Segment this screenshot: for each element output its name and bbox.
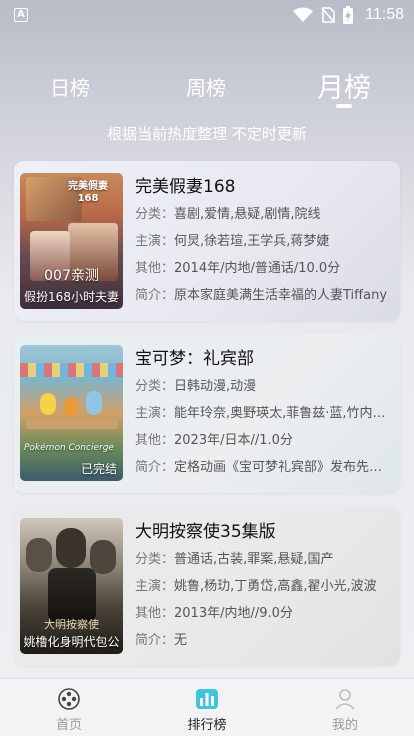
poster-badge: 007亲测 [44, 268, 99, 284]
poster-title-art: 大明按察使 [44, 618, 99, 631]
intro-value: 原本家庭美满生活幸福的人妻Tiffany [174, 288, 388, 303]
film-reel-icon [58, 688, 80, 710]
other-label: 其他： [135, 606, 175, 621]
intro-label: 简介： [135, 633, 175, 648]
wifi-icon [293, 7, 314, 22]
item-title: 宝可梦：礼宾部 [135, 349, 254, 369]
clock: 11:58 [365, 6, 404, 23]
profile-icon [335, 689, 355, 710]
other-label: 其他： [135, 261, 175, 276]
intro-value: 定格动画《宝可梦礼宾部》发布先导预告 [174, 460, 393, 475]
nav-home-label: 首页 [55, 718, 82, 733]
poster-caption: 已完结 [80, 462, 117, 476]
tab-daily[interactable]: 日榜 [50, 72, 90, 101]
no-sim-icon [321, 7, 335, 23]
poster-caption: 姚橹化身明代包公 [23, 635, 120, 649]
poster-image: 大明按察使 姚橹化身明代包公 [20, 518, 123, 654]
intro-label: 简介： [135, 288, 175, 303]
poster-title-art: Pokémon Concierge [24, 443, 114, 453]
tab-weekly[interactable]: 周榜 [186, 72, 226, 101]
other-value: 2013年/内地//9.0分 [174, 606, 293, 621]
nav-profile[interactable]: 我的 [305, 687, 385, 733]
cast-value: 能年玲奈,奥野瑛太,菲鲁兹·蓝,竹内凉真 [174, 406, 393, 421]
poster-image: 完美假妻168 007亲测 假扮168小时夫妻 [20, 173, 123, 309]
ranking-subtitle: 根据当前热度整理 不定时更新 [107, 125, 307, 143]
item-title: 完美假妻168 [135, 177, 236, 197]
app-notification-icon: A [14, 8, 28, 22]
tab-monthly[interactable]: 月榜 [317, 66, 371, 105]
list-item[interactable]: Pokémon Concierge 已完结 宝可梦：礼宾部 分类： 日韩动漫,动漫… [14, 333, 400, 493]
other-value: 2023年/日本//1.0分 [174, 433, 293, 448]
cast-label: 主演： [135, 406, 175, 421]
intro-value: 无 [174, 633, 188, 648]
category-value: 普通话,古装,罪案,悬疑,国产 [174, 552, 334, 567]
list-item[interactable]: 完美假妻168 007亲测 假扮168小时夫妻 完美假妻168 分类： 喜剧,爱情… [14, 161, 400, 321]
other-value: 2014年/内地/普通话/10.0分 [174, 261, 341, 276]
category-value: 喜剧,爱情,悬疑,剧情,院线 [174, 207, 321, 222]
category-value: 日韩动漫,动漫 [174, 379, 257, 394]
nav-ranking-label: 排行榜 [187, 718, 227, 733]
ranking-tabs: 日榜 周榜 月榜 [0, 62, 414, 112]
bottom-nav: 首页 排行榜 我的 [0, 678, 414, 736]
nav-home[interactable]: 首页 [29, 687, 109, 733]
status-bar: A 11:58 [0, 0, 414, 30]
category-label: 分类： [135, 552, 175, 567]
cast-value: 何炅,徐若瑄,王学兵,蒋梦婕 [174, 234, 330, 249]
list-item[interactable]: 大明按察使 姚橹化身明代包公 大明按察使35集版 分类： 普通话,古装,罪案,悬疑… [14, 506, 400, 666]
cast-value: 姚鲁,杨玏,丁勇岱,高鑫,翟小光,波波 [174, 579, 377, 594]
poster-image: Pokémon Concierge 已完结 [20, 345, 123, 481]
poster-title-art: 完美假妻168 [68, 181, 108, 204]
cast-label: 主演： [135, 579, 175, 594]
cast-label: 主演： [135, 234, 175, 249]
nav-profile-label: 我的 [331, 718, 358, 733]
category-label: 分类： [135, 207, 175, 222]
battery-charging-icon [343, 6, 354, 24]
ranking-chart-icon [196, 689, 218, 709]
category-label: 分类： [135, 379, 175, 394]
tab-indicator [336, 104, 352, 108]
other-label: 其他： [135, 433, 175, 448]
nav-ranking[interactable]: 排行榜 [167, 687, 247, 733]
item-title: 大明按察使35集版 [135, 522, 276, 542]
intro-label: 简介： [135, 460, 175, 475]
poster-caption: 假扮168小时夫妻 [24, 290, 119, 304]
